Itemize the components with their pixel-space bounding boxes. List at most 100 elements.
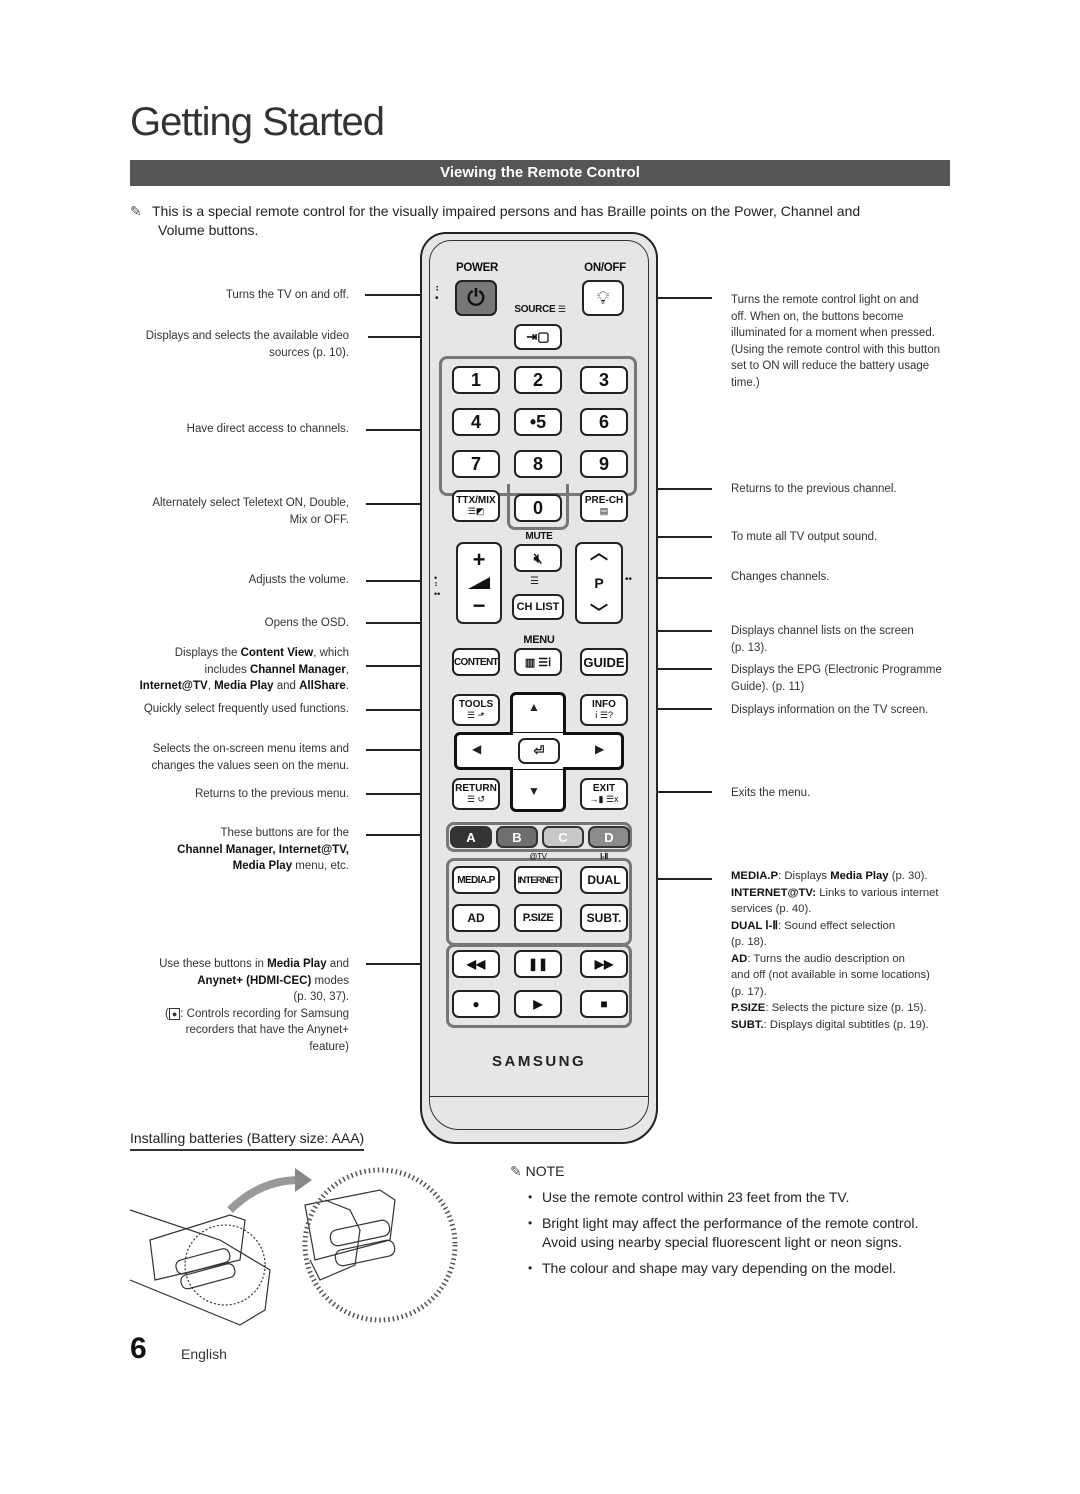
internet-button[interactable]: INTERNET — [514, 866, 562, 894]
mute-button[interactable]: 🔇︎ — [514, 544, 562, 572]
input-source-icon: ⇥▢ — [526, 329, 550, 344]
power-button[interactable]: ⏻ — [455, 280, 497, 316]
text: (p. 18). — [731, 936, 767, 948]
volume-rocker[interactable]: + − — [456, 542, 502, 624]
tools-icon: ☰ ⬏ — [466, 710, 486, 720]
channel-rocker[interactable]: ︿ P ﹀ — [575, 542, 623, 624]
pre-ch-button[interactable]: PRE-CH ▤ — [580, 490, 628, 522]
braille-dots-icon: • ⠃ •• — [434, 573, 441, 599]
record-button[interactable]: ● — [452, 990, 500, 1018]
annotation-source: Displays and selects the available video… — [124, 328, 349, 361]
text: time.) — [731, 376, 760, 389]
pause-button[interactable]: ❚❚ — [514, 950, 562, 978]
tools-button[interactable]: TOOLS ☰ ⬏ — [452, 694, 500, 726]
annotation-info: Displays information on the TV screen. — [731, 704, 929, 716]
number-key-5[interactable]: •5 — [514, 408, 562, 436]
down-arrow-button[interactable]: ▼ — [528, 784, 540, 798]
return-label: RETURN — [455, 783, 497, 794]
guide-button[interactable]: GUIDE — [580, 648, 628, 676]
menu-button[interactable]: ▥ ☰ⅰ — [514, 648, 562, 676]
source-label: SOURCE ☰ — [510, 304, 570, 315]
text: illuminated for a moment when pressed. — [731, 327, 935, 339]
subt-button[interactable]: SUBT. — [580, 904, 628, 932]
page-language: English — [181, 1346, 227, 1362]
text: Turns the remote control light on and — [731, 294, 919, 306]
remote-bottom-edge — [430, 1096, 648, 1136]
ttx-mix-button[interactable]: TTX/MIX ☰◩ — [452, 490, 500, 522]
volume-up-button[interactable]: + — [473, 549, 486, 571]
channel-down-button[interactable]: ﹀ — [590, 604, 608, 622]
exit-button[interactable]: EXIT →▮ ☰x — [580, 778, 628, 810]
up-arrow-button[interactable]: ▲ — [528, 700, 540, 714]
text: and — [326, 958, 349, 970]
dual-button[interactable]: DUAL — [580, 866, 628, 894]
channel-up-button[interactable]: ︿ — [590, 544, 608, 562]
rewind-button[interactable]: ◀◀ — [452, 950, 500, 978]
battery-heading: Installing batteries (Battery size: AAA) — [130, 1130, 365, 1151]
color-key-d[interactable]: D — [588, 826, 630, 848]
number-key-3[interactable]: 3 — [580, 366, 628, 394]
internet-caption: @TV — [529, 852, 547, 861]
number-key-8[interactable]: 8 — [514, 450, 562, 478]
enter-button[interactable]: ⏎ — [518, 738, 560, 764]
text-bold: Media Play — [830, 870, 889, 882]
annotation-power: Turns the TV on and off. — [225, 289, 349, 301]
teletext-icon: ☰◩ — [467, 506, 485, 516]
text: and off (not available in some locations… — [731, 969, 930, 981]
return-icon: ☰ ↺ — [466, 794, 486, 804]
text: : Displays — [778, 870, 831, 882]
source-button[interactable]: ⇥▢ — [514, 324, 562, 350]
annotation-source-line1: Displays and selects the available video — [145, 330, 349, 342]
stop-button[interactable]: ■ — [580, 990, 628, 1018]
text: includes — [204, 663, 250, 676]
exit-icon: →▮ ☰x — [589, 794, 619, 804]
text: (p. 17). — [731, 985, 767, 998]
number-key-6[interactable]: 6 — [580, 408, 628, 436]
volume-down-button[interactable]: − — [473, 595, 486, 617]
content-button[interactable]: CONTENT — [452, 648, 500, 676]
text-bold: Media Play — [214, 680, 274, 692]
annotation-channel: Changes channels. — [731, 571, 830, 583]
note-list: Use the remote control within 23 feet fr… — [528, 1188, 948, 1284]
number-key-4[interactable]: 4 — [452, 408, 500, 436]
return-button[interactable]: RETURN ☰ ↺ — [452, 778, 500, 810]
text-bold: Media Play — [267, 958, 327, 970]
note-title-text: NOTE — [525, 1163, 565, 1179]
annotation-playback: Use these buttons in Media Play and Anyn… — [124, 956, 349, 1055]
number-key-9[interactable]: 9 — [580, 450, 628, 478]
color-key-a[interactable]: A — [450, 826, 492, 848]
info-button[interactable]: INFO ⅰ ☰? — [580, 694, 628, 726]
text: (Using the remote control with this butt… — [731, 343, 941, 356]
text-bold: INTERNET@TV: — [731, 886, 817, 899]
battery-1 — [175, 1248, 231, 1275]
right-arrow-button[interactable]: ▶ — [595, 742, 604, 756]
number-key-2[interactable]: 2 — [514, 366, 562, 394]
section-title: Viewing the Remote Control — [130, 160, 950, 186]
text: These buttons are for the — [220, 827, 350, 839]
light-onoff-button[interactable]: 💡︎ — [582, 280, 624, 316]
annotation-nav: Selects the on-screen menu items and cha… — [124, 741, 349, 774]
number-key-7[interactable]: 7 — [452, 450, 500, 478]
play-button[interactable]: ▶ — [514, 990, 562, 1018]
remote-control: POWER ⏻ ⠃ • ON/OFF 💡︎ SOURCE ☰ ⇥▢ TTX/MIX… — [420, 232, 658, 1144]
media-p-button[interactable]: MEDIA.P — [452, 866, 500, 894]
color-key-b[interactable]: B — [496, 826, 538, 848]
zoom-circle-large — [302, 1167, 458, 1323]
left-arrow-button[interactable]: ◀ — [472, 742, 481, 756]
text-bold: P.SIZE — [731, 1002, 766, 1014]
number-key-0[interactable]: 0 — [514, 494, 562, 522]
ad-button[interactable]: AD — [452, 904, 500, 932]
annotation-return: Returns to the previous menu. — [194, 788, 349, 800]
text: services (p. 40). — [731, 903, 812, 915]
color-key-c[interactable]: C — [542, 826, 584, 848]
pencil-note-icon: ✎ — [510, 1163, 526, 1179]
number-key-1[interactable]: 1 — [452, 366, 500, 394]
menu-icon: ▥ ☰ⅰ — [524, 656, 552, 669]
text-bold: DUAL Ⅰ-Ⅱ — [731, 919, 778, 932]
ch-list-button[interactable]: CH LIST — [512, 594, 564, 620]
p-size-button[interactable]: P.SIZE — [514, 904, 562, 932]
text: feature) — [309, 1040, 349, 1053]
text: modes — [311, 974, 349, 987]
fast-forward-button[interactable]: ▶▶ — [580, 950, 628, 978]
exit-label: EXIT — [592, 783, 616, 794]
